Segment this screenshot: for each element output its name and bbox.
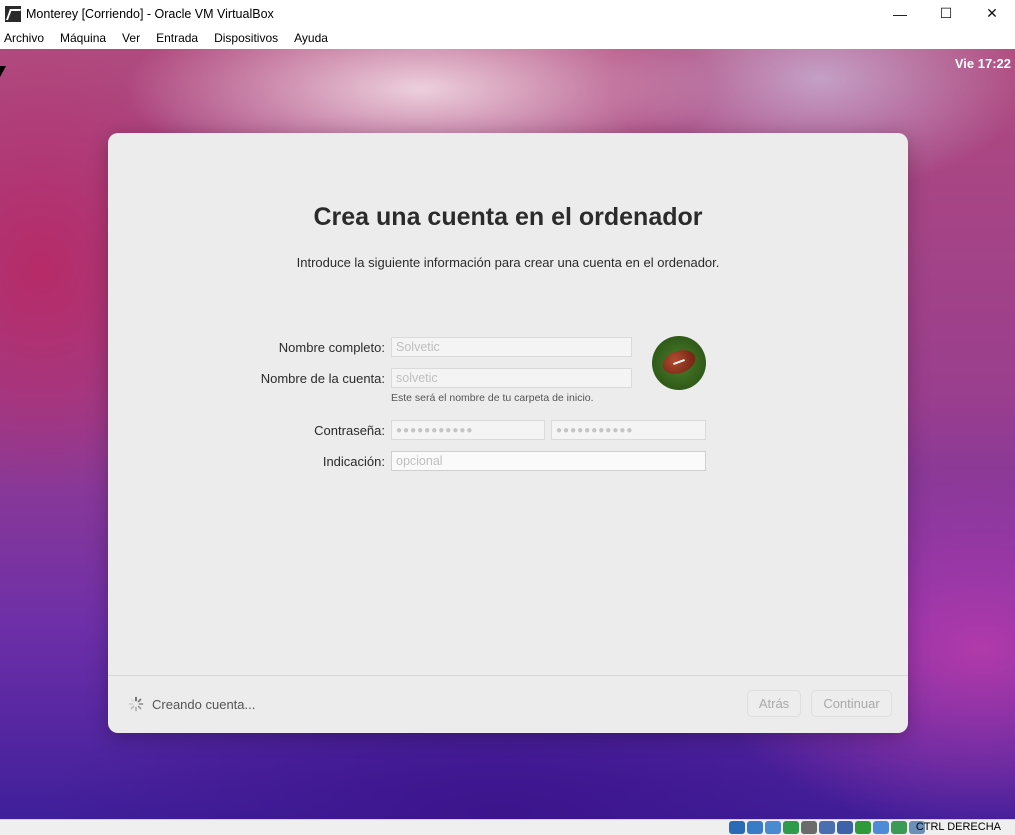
hint-field[interactable]: opcional bbox=[391, 451, 706, 471]
status-icons bbox=[727, 821, 925, 834]
cpu-icon[interactable] bbox=[873, 821, 889, 834]
password-verify-field[interactable]: ●●●●●●●●●●● bbox=[551, 420, 706, 440]
football-ball-icon bbox=[659, 345, 699, 379]
password-field[interactable]: ●●●●●●●●●●● bbox=[391, 420, 545, 440]
football-avatar-icon[interactable] bbox=[652, 336, 706, 390]
password-label: Contraseña: bbox=[314, 423, 385, 438]
status-text: Creando cuenta... bbox=[152, 697, 256, 712]
spinner-icon bbox=[128, 696, 144, 712]
guest-desktop: Vie 17:22 Crea una cuenta en el ordenado… bbox=[0, 49, 1015, 819]
full-name-field[interactable]: Solvetic bbox=[391, 337, 632, 357]
window-title: Monterey [Corriendo] - Oracle VM Virtual… bbox=[26, 6, 274, 21]
menu-archivo[interactable]: Archivo bbox=[0, 27, 52, 49]
football-lace-icon bbox=[673, 359, 685, 365]
full-name-label: Nombre completo: bbox=[278, 340, 385, 355]
minimize-button[interactable]: — bbox=[877, 0, 923, 27]
mouse-icon[interactable] bbox=[891, 821, 907, 834]
window-controls: — ☐ ✕ bbox=[877, 0, 1015, 27]
menu-ayuda[interactable]: Ayuda bbox=[286, 27, 336, 49]
menu-dispositivos[interactable]: Dispositivos bbox=[206, 27, 286, 49]
optical-icon[interactable] bbox=[747, 821, 763, 834]
menu-bar: Archivo Máquina Ver Entrada Dispositivos… bbox=[0, 27, 1015, 49]
usb-icon[interactable] bbox=[801, 821, 817, 834]
account-name-field[interactable]: solvetic bbox=[391, 368, 632, 388]
create-account-dialog: Crea una cuenta en el ordenador Introduc… bbox=[108, 133, 908, 733]
display-icon[interactable] bbox=[837, 821, 853, 834]
account-name-help: Este será el nombre de tu carpeta de ini… bbox=[391, 392, 594, 404]
menubar-clock: Vie 17:22 bbox=[954, 56, 1011, 71]
menu-entrada[interactable]: Entrada bbox=[148, 27, 206, 49]
virtualbox-app-icon bbox=[5, 5, 21, 22]
footer-divider bbox=[108, 675, 908, 676]
mouse-pointer-icon bbox=[0, 66, 6, 77]
hdd-icon[interactable] bbox=[729, 821, 745, 834]
host-key-label: CTRL DERECHA bbox=[915, 821, 1001, 833]
audio-icon[interactable] bbox=[765, 821, 781, 834]
window-title-bar: Monterey [Corriendo] - Oracle VM Virtual… bbox=[0, 0, 1015, 27]
menu-ver[interactable]: Ver bbox=[114, 27, 148, 49]
account-name-label: Nombre de la cuenta: bbox=[260, 371, 385, 386]
maximize-button[interactable]: ☐ bbox=[923, 0, 969, 27]
hint-label: Indicación: bbox=[322, 454, 385, 469]
network-icon[interactable] bbox=[783, 821, 799, 834]
shared-folder-icon[interactable] bbox=[819, 821, 835, 834]
dialog-subtitle: Introduce la siguiente información para … bbox=[296, 255, 720, 270]
vm-status-bar: CTRL DERECHA bbox=[0, 819, 1015, 835]
recording-icon[interactable] bbox=[855, 821, 871, 834]
dialog-title: Crea una cuenta en el ordenador bbox=[313, 203, 703, 231]
continue-button[interactable]: Continuar bbox=[811, 690, 892, 717]
close-button[interactable]: ✕ bbox=[969, 0, 1015, 27]
menu-maquina[interactable]: Máquina bbox=[52, 27, 114, 49]
back-button[interactable]: Atrás bbox=[747, 690, 801, 717]
